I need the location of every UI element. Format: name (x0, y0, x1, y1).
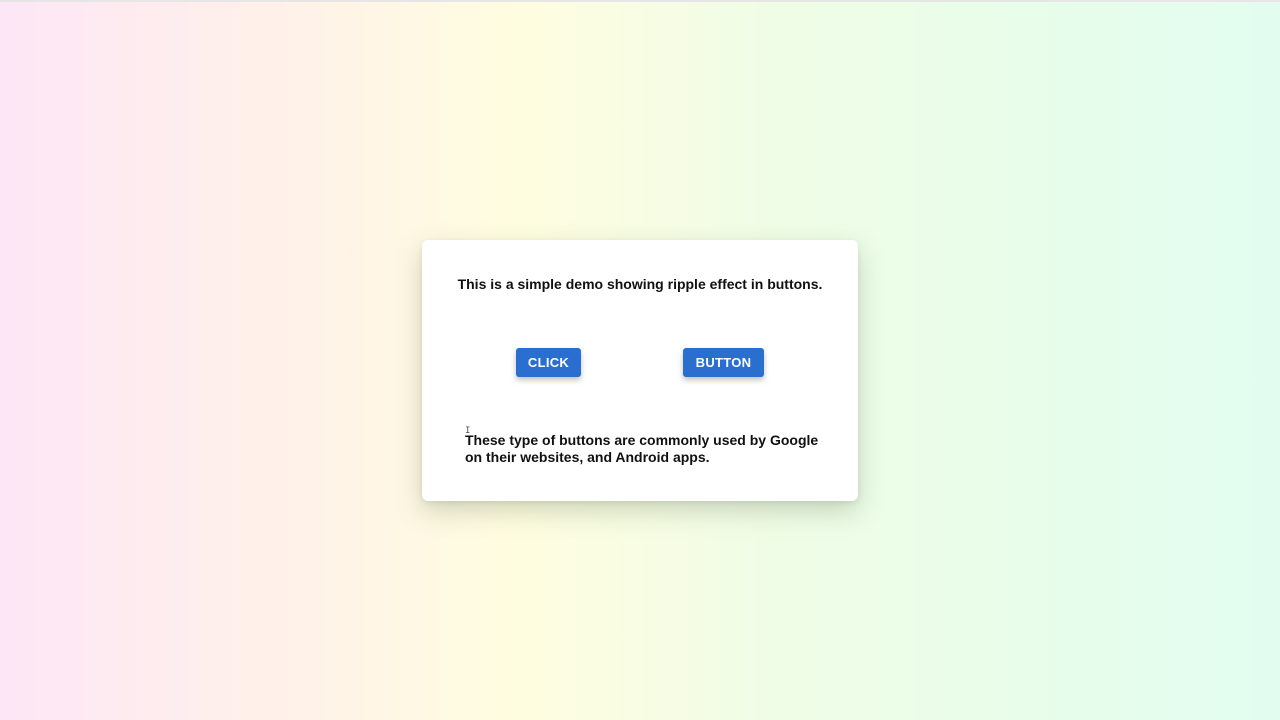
demo-card: This is a simple demo showing ripple eff… (422, 240, 858, 501)
button-button[interactable]: BUTTON (683, 348, 764, 377)
browser-top-border (0, 0, 1280, 2)
card-title: This is a simple demo showing ripple eff… (457, 276, 823, 292)
card-description: These type of buttons are commonly used … (465, 432, 819, 465)
click-button[interactable]: CLICK (516, 348, 581, 377)
